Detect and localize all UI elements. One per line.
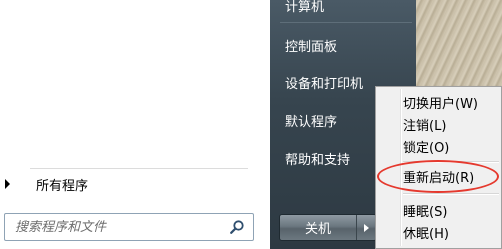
expand-arrow-icon	[5, 179, 10, 189]
menu-item-computer[interactable]: 计算机	[285, 0, 324, 15]
restart-highlight-ring	[377, 160, 499, 193]
menu-item-control-panel[interactable]: 控制面板	[285, 36, 337, 55]
shutdown-button-group: 关机	[279, 214, 377, 241]
programs-pane	[0, 0, 271, 249]
menu-item-hibernate[interactable]: 休眠(H)	[403, 223, 449, 242]
shutdown-button[interactable]: 关机	[280, 215, 357, 240]
menu-separator	[403, 193, 499, 195]
menu-item-lock[interactable]: 锁定(O)	[403, 137, 449, 156]
search-icon[interactable]	[229, 219, 245, 235]
all-programs-item[interactable]: 所有程序	[0, 170, 262, 198]
menu-item-switch-user[interactable]: 切换用户(W)	[403, 93, 478, 112]
right-pane-separator	[280, 22, 412, 23]
all-programs-label: 所有程序	[36, 178, 89, 194]
menu-item-devices-printers[interactable]: 设备和打印机	[285, 73, 363, 92]
chevron-right-icon	[364, 223, 369, 232]
menu-item-default-programs[interactable]: 默认程序	[285, 111, 337, 130]
search-box[interactable]	[4, 213, 254, 241]
shutdown-options-button[interactable]	[357, 215, 376, 240]
menu-item-sleep[interactable]: 睡眠(S)	[403, 201, 447, 220]
user-picture[interactable]	[416, 0, 502, 88]
search-input[interactable]	[13, 215, 229, 239]
menu-item-log-off[interactable]: 注销(L)	[403, 115, 446, 134]
programs-separator	[30, 168, 248, 169]
menu-item-help-support[interactable]: 帮助和支持	[285, 149, 350, 168]
